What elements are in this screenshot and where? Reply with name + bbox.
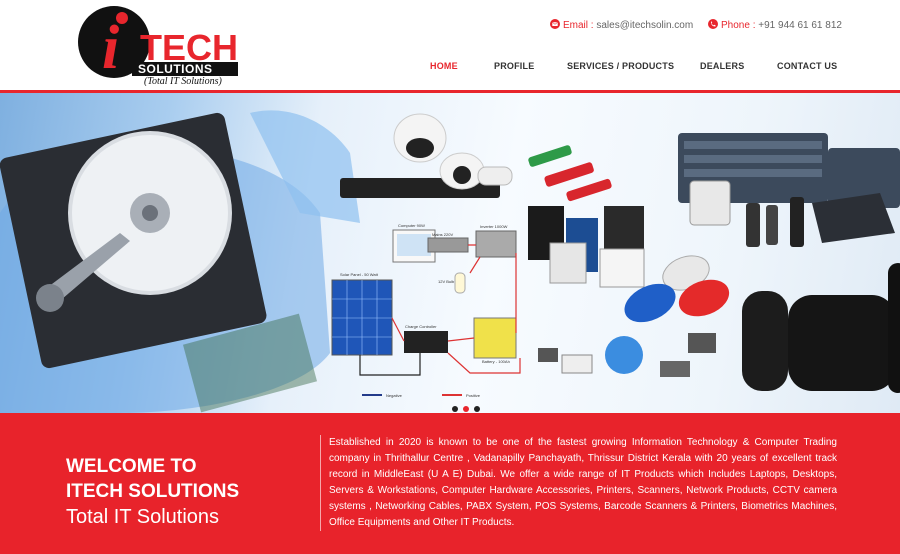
usb-drive-icon [528, 145, 612, 202]
hero-banner: Computer 90W Inverter 1000W Mains 220V S… [0, 93, 900, 413]
network-icon [538, 333, 716, 377]
welcome-line-1: WELCOME TO [66, 456, 197, 477]
site-header: i TECH SOLUTIONS (Total IT Solutions) Em… [0, 0, 900, 90]
slide-dot-1[interactable] [452, 406, 458, 412]
email-value[interactable]: sales@itechsolin.com [596, 20, 693, 31]
slide-dot-3[interactable] [474, 406, 480, 412]
svg-text:Negative: Negative [386, 393, 403, 398]
logo-tagline: (Total IT Solutions) [144, 76, 222, 86]
nav-contact-us[interactable]: CONTACT US [777, 61, 837, 71]
about-text: Established in 2020 is known to be one o… [329, 437, 837, 528]
phone-value[interactable]: +91 944 61 61 812 [758, 20, 842, 31]
nav-home[interactable]: HOME [430, 61, 458, 71]
pabx-phone-icon [678, 133, 900, 247]
svg-text:Battery - 100Ah: Battery - 100Ah [482, 359, 510, 364]
nav-profile[interactable]: PROFILE [494, 61, 534, 71]
cctv-icon [340, 113, 513, 198]
welcome-line-2: ITECH SOLUTIONS [66, 481, 240, 502]
svg-text:Inverter 1000W: Inverter 1000W [480, 224, 508, 229]
phone-icon [708, 19, 718, 29]
svg-text:Computer 90W: Computer 90W [398, 223, 425, 228]
welcome-section: WELCOME TO ITECH SOLUTIONS Total IT Solu… [0, 413, 900, 554]
nav-dealers[interactable]: DEALERS [700, 61, 744, 71]
welcome-heading: WELCOME TO ITECH SOLUTIONS [66, 454, 239, 504]
solar-diagram: Computer 90W Inverter 1000W Mains 220V S… [331, 223, 521, 398]
svg-text:Positive: Positive [466, 393, 481, 398]
phone-contact[interactable]: Phone : +91 944 61 61 812 [708, 19, 842, 31]
svg-text:Charge Controller: Charge Controller [405, 324, 437, 329]
main-nav: HOME PROFILE SERVICES / PRODUCTS DEALERS… [0, 61, 900, 75]
slide-dot-2[interactable] [463, 406, 469, 412]
ink-cartridge-icon [528, 206, 645, 288]
banner-illustration: Computer 90W Inverter 1000W Mains 220V S… [0, 110, 900, 413]
phone-label: Phone : [721, 20, 756, 31]
svg-text:12V Bulb: 12V Bulb [438, 279, 455, 284]
mail-icon [550, 19, 560, 29]
nav-services-products[interactable]: SERVICES / PRODUCTS [567, 61, 674, 71]
welcome-divider [320, 435, 321, 531]
email-contact[interactable]: Email : sales@itechsolin.com [550, 19, 693, 31]
svg-text:Mains 220V: Mains 220V [432, 232, 453, 237]
svg-text:Solar Panel - 50 Watt: Solar Panel - 50 Watt [340, 272, 379, 277]
welcome-subheading: Total IT Solutions [66, 506, 220, 528]
email-label: Email : [563, 20, 594, 31]
speaker-icon [742, 263, 900, 393]
